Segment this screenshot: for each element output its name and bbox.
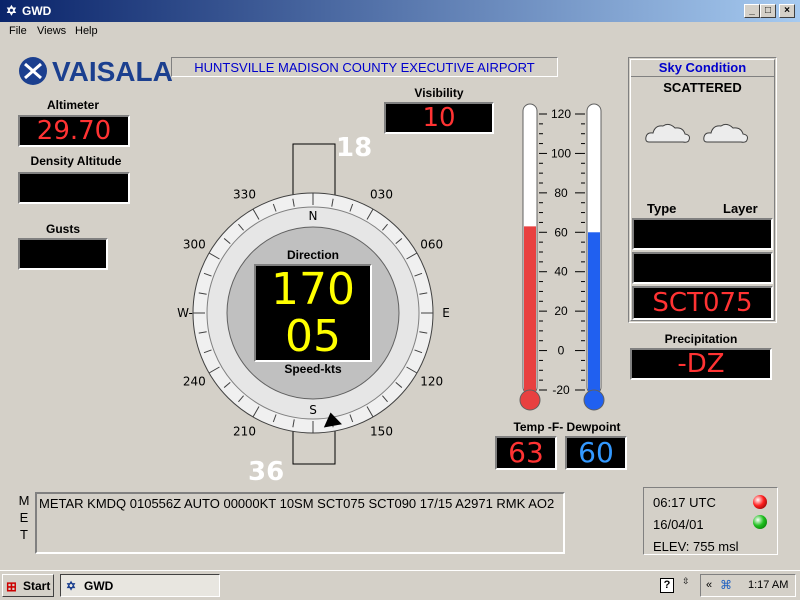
- minimize-button[interactable]: _: [744, 4, 760, 18]
- airport-name-box: HUNTSVILLE MADISON COUNTY EXECUTIVE AIRP…: [171, 57, 558, 77]
- wind-indicator: N 030 060 E 120 150 S 210 240 W- 300 330 18 36 Dire…: [160, 133, 470, 487]
- title-bar[interactable]: ✡ GWD _ □ ×: [0, 0, 800, 22]
- direction-label: Direction: [286, 248, 339, 262]
- sky-layer-2: [632, 252, 773, 284]
- compass-label: W-: [177, 306, 193, 320]
- wind-speed-value: 05: [285, 311, 341, 362]
- thermometer-scale-label: 120: [551, 107, 571, 121]
- runway-bottom-number: 36: [248, 457, 285, 487]
- visibility-display: 10: [384, 102, 494, 134]
- app-icon: ✡: [6, 3, 17, 18]
- taskbar-gwd-button[interactable]: ✡ GWD: [60, 574, 220, 597]
- dewpoint-fill: [588, 232, 600, 396]
- thermometer-scale-label: 20: [554, 304, 568, 318]
- menu-file[interactable]: File: [9, 25, 27, 37]
- status-led-red: [753, 495, 767, 509]
- vaisala-logo-icon: [19, 57, 47, 85]
- system-tray: « ⌘ 1:17 AM: [700, 574, 796, 597]
- altimeter-label: Altimeter: [46, 98, 99, 112]
- runway-top-number: 18: [336, 133, 373, 163]
- close-button[interactable]: ×: [779, 4, 795, 18]
- thermometers: 120 100 80 60 40 20 0 -20: [519, 103, 605, 411]
- precipitation-label: Precipitation: [664, 332, 738, 346]
- thermometer-scale-label: -20: [552, 383, 570, 397]
- compass-label: 060: [420, 238, 443, 252]
- network-icon[interactable]: ⌘: [720, 578, 732, 592]
- dewpoint-display: 60: [565, 436, 627, 470]
- thermometer-scale-label: 40: [554, 265, 568, 279]
- clock[interactable]: 1:17 AM: [748, 579, 788, 591]
- compass-label: 330: [233, 187, 256, 201]
- sky-condition-value: SCATTERED: [663, 80, 742, 95]
- status-date: 16/04/01: [653, 517, 704, 532]
- thermometer-panel: 120 100 80 60 40 20 0 -20: [515, 100, 630, 415]
- compass-label: N: [309, 209, 318, 223]
- thermometer-scale-label: 100: [551, 146, 571, 160]
- gusts-display: [18, 238, 108, 270]
- help-icon[interactable]: ?: [660, 578, 674, 593]
- elevation: ELEV: 755 msl: [653, 539, 739, 554]
- sky-layer-3: SCT075: [632, 286, 773, 320]
- menu-bar: File Views Help: [0, 22, 800, 41]
- wind-display: 170 05: [254, 264, 372, 362]
- compass-label: S: [309, 403, 317, 417]
- vaisala-logo: VAISALA: [18, 56, 173, 90]
- compass-label: 300: [183, 238, 206, 252]
- met-side-label: M E T: [18, 493, 30, 542]
- temperature-bulb: [519, 389, 541, 411]
- thermometer-scale-label: 80: [554, 186, 568, 200]
- layer-label: Layer: [723, 201, 758, 216]
- precipitation-display: -DZ: [630, 348, 772, 380]
- sky-layer-1: [632, 218, 773, 250]
- compass-label: 030: [370, 187, 393, 201]
- menu-help[interactable]: Help: [75, 25, 98, 37]
- gusts-label: Gusts: [45, 222, 80, 236]
- airport-name: HUNTSVILLE MADISON COUNTY EXECUTIVE AIRP…: [194, 60, 535, 75]
- compass-label: E: [442, 306, 450, 320]
- start-button[interactable]: ⊞ Start: [2, 574, 54, 597]
- thermometer-scale-label: 0: [558, 344, 565, 358]
- compass-label: 150: [370, 425, 393, 439]
- window-title: GWD: [22, 4, 52, 18]
- taskbar: ⊞ Start ✡ GWD ? ⇳ « ⌘ 1:17 AM: [0, 570, 800, 600]
- logo-text: VAISALA: [52, 56, 173, 87]
- temperature-display: 63: [495, 436, 557, 470]
- tray-expand-icon[interactable]: «: [706, 579, 712, 591]
- compass-label: 240: [183, 375, 206, 389]
- sky-condition-panel: Sky Condition SCATTERED Type Layer SCT07…: [628, 57, 777, 323]
- maximize-button[interactable]: □: [760, 4, 776, 18]
- compass-label: 120: [420, 375, 443, 389]
- scroll-arrows-icon[interactable]: ⇳: [682, 576, 692, 596]
- gwd-app-icon: ✡: [66, 579, 77, 593]
- menu-views[interactable]: Views: [37, 25, 66, 37]
- density-altitude-display: [18, 172, 130, 204]
- density-altitude-label: Density Altitude: [30, 154, 122, 168]
- thermometer-scale-label: 60: [554, 225, 568, 239]
- wind-direction-value: 170: [271, 264, 355, 315]
- metar-text-box[interactable]: METAR KMDQ 010556Z AUTO 00000KT 10SM SCT…: [35, 492, 565, 554]
- type-label: Type: [647, 201, 677, 216]
- temperature-fill: [524, 226, 536, 396]
- temp-dewpoint-label: Temp -F- Dewpoint: [513, 420, 621, 434]
- dewpoint-bulb: [583, 389, 605, 411]
- cloud-icon: [703, 123, 748, 143]
- taskbar-gwd-label: GWD: [84, 579, 114, 593]
- windows-logo-icon: ⊞: [6, 579, 17, 594]
- visibility-label: Visibility: [414, 86, 464, 100]
- cloud-icons: [645, 123, 748, 143]
- cloud-icon: [645, 123, 690, 143]
- utc-time: 06:17 UTC: [653, 495, 716, 510]
- altimeter-display: 29.70: [18, 115, 130, 147]
- status-panel: 06:17 UTC 16/04/01 ELEV: 755 msl: [643, 487, 778, 555]
- status-led-green: [753, 515, 767, 529]
- sky-condition-title: Sky Condition: [631, 60, 774, 77]
- speed-label: Speed-kts: [284, 362, 342, 376]
- start-label: Start: [23, 579, 51, 593]
- compass-label: 210: [233, 425, 256, 439]
